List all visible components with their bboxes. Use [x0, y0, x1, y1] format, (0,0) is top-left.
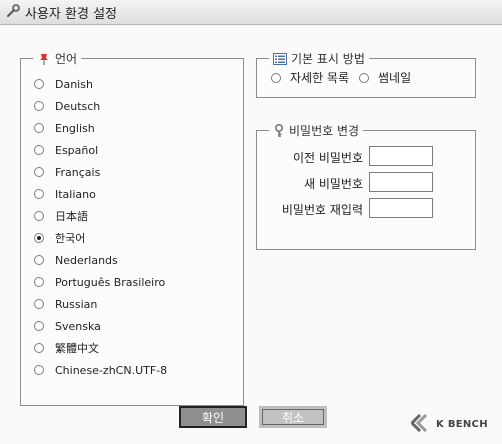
language-radio[interactable]: [34, 123, 44, 133]
language-radio[interactable]: [34, 365, 44, 375]
language-radio[interactable]: [34, 277, 44, 287]
language-option-label: Danish: [55, 77, 93, 91]
language-radio[interactable]: [34, 79, 44, 89]
language-radio[interactable]: [34, 343, 44, 353]
language-legend: 언어: [33, 50, 81, 67]
new-password-label: 새 비밀번호: [303, 177, 363, 191]
language-option-label: Español: [55, 143, 99, 157]
language-option[interactable]: Russian: [34, 293, 243, 315]
confirm-password-label: 비밀번호 재입력: [281, 203, 363, 217]
language-option-label: Deutsch: [55, 99, 101, 113]
password-change-legend-label: 비밀번호 변경: [289, 124, 360, 138]
language-option[interactable]: 한국어: [34, 227, 243, 249]
ok-button[interactable]: 확인: [179, 406, 247, 428]
language-option-label: Italiano: [55, 187, 96, 201]
language-option-label: Français: [55, 165, 101, 179]
cancel-button[interactable]: 취소: [259, 406, 327, 428]
language-radio[interactable]: [34, 189, 44, 199]
language-radio[interactable]: [34, 321, 44, 331]
new-password-row: 새 비밀번호: [257, 169, 475, 195]
current-password-input[interactable]: [369, 146, 433, 166]
language-option-label: Chinese-zhCN.UTF-8: [55, 363, 168, 377]
language-option[interactable]: Deutsch: [34, 95, 243, 117]
language-option[interactable]: 繁體中文: [34, 337, 243, 359]
thumbnail-radio[interactable]: [359, 72, 370, 83]
language-option[interactable]: Svenska: [34, 315, 243, 337]
password-change-legend: 비밀번호 변경: [269, 122, 363, 139]
language-group: 언어 Danish Deutsch English Español Français It…: [20, 50, 244, 406]
language-option-label: English: [55, 121, 95, 135]
language-option[interactable]: Português Brasileiro: [34, 271, 243, 293]
title-bar: 사용자 환경 설정: [0, 0, 502, 25]
confirm-password-input[interactable]: [369, 198, 433, 218]
wrench-icon: [6, 3, 20, 21]
confirm-password-row: 비밀번호 재입력: [257, 195, 475, 221]
thumbnail-label: 썸네일: [378, 71, 412, 85]
password-change-group: 비밀번호 변경 이전 비밀번호 새 비밀번호 비밀번호 재입력: [256, 122, 476, 250]
display-mode-legend-label: 기본 표시 방법: [291, 52, 365, 66]
detail-list-label: 자세한 목록: [290, 71, 350, 85]
dialog-body: 언어 Danish Deutsch English Español Français It…: [0, 26, 502, 444]
current-password-label: 이전 비밀번호: [292, 151, 363, 165]
language-option-label: Português Brasileiro: [55, 275, 166, 289]
language-option[interactable]: Français: [34, 161, 243, 183]
detail-list-radio[interactable]: [271, 72, 281, 83]
display-mode-group: 기본 표시 방법 자세한 목록 썸네일: [256, 50, 476, 98]
language-option-label: Russian: [55, 297, 98, 311]
language-option[interactable]: Danish: [34, 73, 243, 95]
language-option[interactable]: Nederlands: [34, 249, 243, 271]
display-mode-options: 자세한 목록 썸네일: [257, 69, 475, 86]
language-option[interactable]: 日本語: [34, 205, 243, 227]
language-option-label: 繁體中文: [55, 342, 99, 355]
key-icon: [273, 123, 285, 138]
pushpin-icon: [37, 52, 51, 66]
language-radio[interactable]: [34, 167, 44, 177]
new-password-input[interactable]: [369, 172, 433, 192]
language-option-label: 日本語: [55, 210, 88, 223]
kbench-logo-mark-icon: [409, 413, 433, 435]
language-radio[interactable]: [34, 145, 44, 155]
window-title: 사용자 환경 설정: [25, 6, 117, 22]
language-option[interactable]: Italiano: [34, 183, 243, 205]
language-radio[interactable]: [34, 101, 44, 111]
list-view-icon: [273, 52, 287, 65]
brand-name: K BENCH: [436, 418, 488, 430]
display-mode-legend: 기본 표시 방법: [269, 50, 369, 67]
language-legend-label: 언어: [55, 52, 78, 66]
language-option-label: Nederlands: [55, 253, 118, 267]
language-option-label: 한국어: [55, 232, 86, 245]
language-list: Danish Deutsch English Español Français Itali…: [21, 73, 243, 381]
current-password-row: 이전 비밀번호: [257, 143, 475, 169]
language-option[interactable]: Chinese-zhCN.UTF-8: [34, 359, 243, 381]
language-radio[interactable]: [34, 233, 44, 243]
language-radio[interactable]: [34, 299, 44, 309]
language-option-label: Svenska: [55, 319, 101, 333]
kbench-logo: K BENCH: [409, 413, 491, 435]
language-option[interactable]: Español: [34, 139, 243, 161]
language-radio[interactable]: [34, 211, 44, 221]
language-option[interactable]: English: [34, 117, 243, 139]
language-radio[interactable]: [34, 255, 44, 265]
